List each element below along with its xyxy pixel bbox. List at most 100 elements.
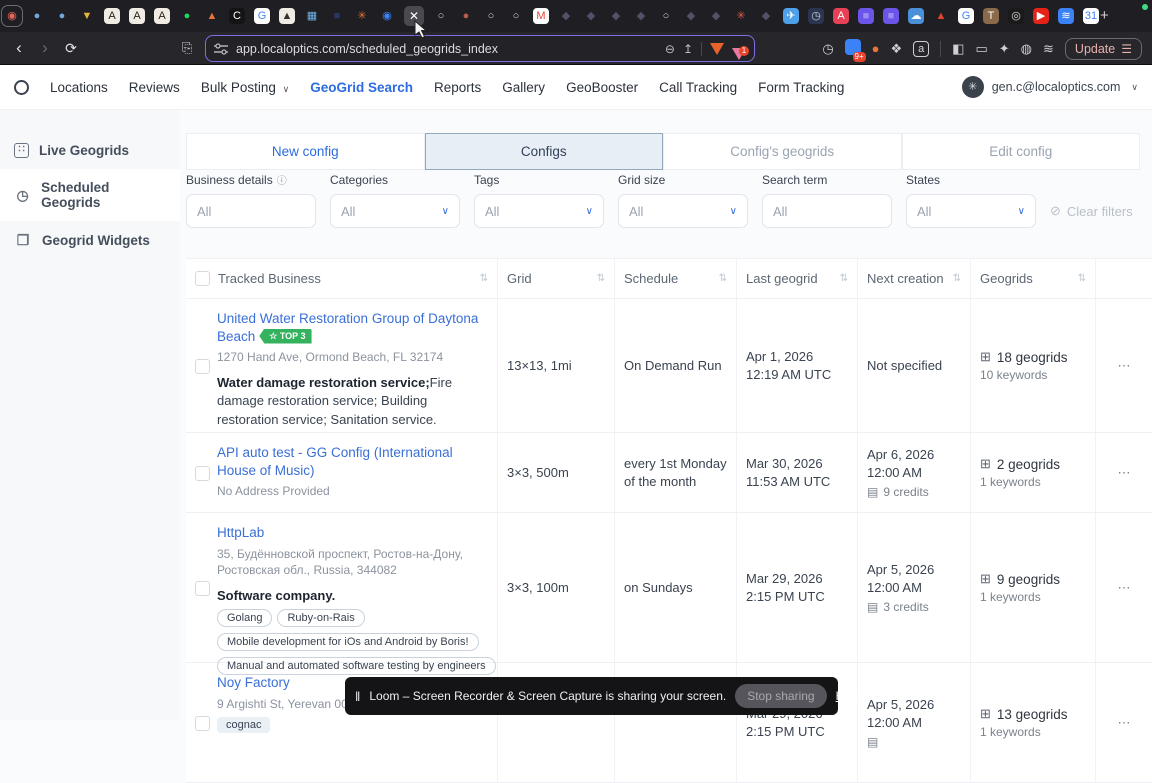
browser-tab[interactable]: G: [254, 8, 270, 24]
zoom-out-icon[interactable]: ⊖: [665, 42, 675, 56]
tab-edit-config[interactable]: Edit config: [902, 133, 1141, 170]
grid-size-select[interactable]: All ∨: [618, 194, 748, 228]
browser-tab[interactable]: ◆: [708, 8, 724, 24]
browser-tab[interactable]: ▼: [79, 8, 95, 24]
browser-tab[interactable]: T: [983, 8, 999, 24]
browser-tab[interactable]: ▶: [1033, 8, 1049, 24]
row-checkbox[interactable]: [195, 466, 210, 481]
row-checkbox[interactable]: [195, 581, 210, 596]
header-grid[interactable]: Grid ⇅: [498, 259, 615, 298]
browser-tab[interactable]: ■: [883, 8, 899, 24]
account-menu[interactable]: ✳ gen.c@localoptics.com ∨: [962, 76, 1138, 98]
browser-tab[interactable]: ■: [329, 8, 345, 24]
wallet-icon[interactable]: ▭: [975, 41, 987, 57]
stop-sharing-button[interactable]: Stop sharing: [735, 684, 826, 708]
browser-tab[interactable]: ●: [458, 8, 474, 24]
browser-tab[interactable]: A: [104, 8, 120, 24]
shield-icon[interactable]: ◍: [1021, 41, 1032, 57]
browser-tab[interactable]: ■: [858, 8, 874, 24]
nav-item-reviews[interactable]: Reviews: [129, 80, 180, 95]
browser-tab[interactable]: M: [533, 8, 549, 24]
row-actions-button[interactable]: ⋯: [1118, 715, 1131, 731]
business-link[interactable]: United Water Restoration Group of Dayton…: [217, 311, 478, 344]
nav-item-call-tracking[interactable]: Call Tracking: [659, 80, 737, 95]
row-checkbox[interactable]: [195, 716, 210, 731]
browser-tab[interactable]: ▲: [204, 8, 220, 24]
info-icon[interactable]: ⓘ: [277, 172, 287, 187]
header-tracked-business[interactable]: Tracked Business ⇅: [186, 259, 498, 298]
row-actions-button[interactable]: ⋯: [1118, 580, 1131, 596]
clock-extension-icon[interactable]: ◷: [822, 41, 833, 57]
blue-extension-icon[interactable]: 9+: [845, 39, 861, 58]
alert-extension-icon[interactable]: 1: [732, 48, 746, 60]
new-tab-button[interactable]: +: [1100, 7, 1109, 24]
browser-tab[interactable]: ◆: [558, 8, 574, 24]
nav-item-form-tracking[interactable]: Form Tracking: [758, 80, 844, 95]
browser-tab[interactable]: 31: [1083, 8, 1099, 24]
header-next-creation[interactable]: Next creation ⇅: [858, 259, 971, 298]
tab-new-config[interactable]: New config: [186, 133, 425, 170]
tags-select[interactable]: All ∨: [474, 194, 604, 228]
browser-tab[interactable]: ▦: [304, 8, 320, 24]
stack-icon[interactable]: ≋: [1043, 41, 1054, 57]
browser-tab[interactable]: G: [958, 8, 974, 24]
puzzle-extension-icon[interactable]: ❖: [891, 41, 903, 57]
sidebar-item-scheduled-geogrids[interactable]: ◷ Scheduled Geogrids: [0, 169, 180, 221]
sidebar-toggle-icon[interactable]: ◧: [952, 41, 964, 57]
browser-tab[interactable]: ◷: [808, 8, 824, 24]
row-checkbox[interactable]: [195, 359, 210, 374]
business-link[interactable]: API auto test - GG Config (International…: [217, 445, 453, 478]
nav-item-locations[interactable]: Locations: [50, 80, 108, 95]
tab-configs-geogrids[interactable]: Config's geogrids: [663, 133, 902, 170]
browser-tab[interactable]: ●: [54, 8, 70, 24]
browser-tab[interactable]: ▲: [933, 8, 949, 24]
browser-tab[interactable]: ○: [508, 8, 524, 24]
browser-tab[interactable]: ●: [29, 8, 45, 24]
bookmark-icon[interactable]: ⎘: [182, 40, 192, 56]
browser-tab[interactable]: ◆: [758, 8, 774, 24]
browser-tab[interactable]: ▲: [279, 8, 295, 24]
browser-tab[interactable]: ●: [179, 8, 195, 24]
sort-icon[interactable]: ⇅: [719, 273, 727, 284]
sort-icon[interactable]: ⇅: [597, 273, 605, 284]
browser-tab[interactable]: ✳: [354, 8, 370, 24]
row-actions-button[interactable]: ⋯: [1118, 358, 1131, 374]
browser-tab[interactable]: ◆: [583, 8, 599, 24]
sidebar-item-live-geogrids[interactable]: ∷ Live Geogrids: [0, 132, 180, 169]
browser-tab[interactable]: ◆: [683, 8, 699, 24]
browser-tab[interactable]: ≋: [1058, 8, 1074, 24]
hide-link[interactable]: Hide: [836, 689, 861, 703]
update-button[interactable]: Update ☰: [1065, 38, 1142, 60]
sidebar-item-geogrid-widgets[interactable]: ❐ Geogrid Widgets: [0, 221, 180, 260]
reload-button[interactable]: ⟳: [58, 40, 84, 57]
clear-filters-button[interactable]: ⊘ Clear filters: [1050, 203, 1133, 228]
browser-tab[interactable]: ◆: [608, 8, 624, 24]
browser-tab[interactable]: C: [229, 8, 245, 24]
browser-tab[interactable]: ☁: [908, 8, 924, 24]
browser-tab[interactable]: A: [833, 8, 849, 24]
nav-item-gallery[interactable]: Gallery: [502, 80, 545, 95]
browser-tab[interactable]: A: [129, 8, 145, 24]
sparkle-icon[interactable]: ✦: [999, 41, 1010, 57]
header-last-geogrid[interactable]: Last geogrid ⇅: [737, 259, 858, 298]
business-details-input[interactable]: [197, 204, 305, 219]
browser-tab[interactable]: ◎: [1008, 8, 1024, 24]
states-select[interactable]: All ∨: [906, 194, 1036, 228]
nav-item-geobooster[interactable]: GeoBooster: [566, 80, 638, 95]
tab-configs[interactable]: Configs: [425, 133, 664, 170]
categories-select[interactable]: All ∨: [330, 194, 460, 228]
business-link[interactable]: Noy Factory: [217, 675, 290, 690]
browser-tab[interactable]: ✈: [783, 8, 799, 24]
fox-extension-icon[interactable]: ●: [872, 41, 880, 56]
select-all-checkbox[interactable]: [195, 271, 210, 286]
browser-tab[interactable]: ◉: [379, 8, 395, 24]
nav-item-reports[interactable]: Reports: [434, 80, 481, 95]
nav-item-bulk-posting[interactable]: Bulk Posting ∨: [201, 80, 289, 95]
sort-icon[interactable]: ⇅: [480, 273, 488, 284]
browser-tab[interactable]: ◆: [633, 8, 649, 24]
nav-item-geogrid-search[interactable]: GeoGrid Search: [310, 80, 413, 95]
url-bar[interactable]: app.localoptics.com/scheduled_geogrids_i…: [205, 35, 755, 62]
brave-icon[interactable]: [710, 43, 724, 55]
share-icon[interactable]: ↥: [683, 42, 693, 56]
business-link[interactable]: HttpLab: [217, 525, 264, 540]
